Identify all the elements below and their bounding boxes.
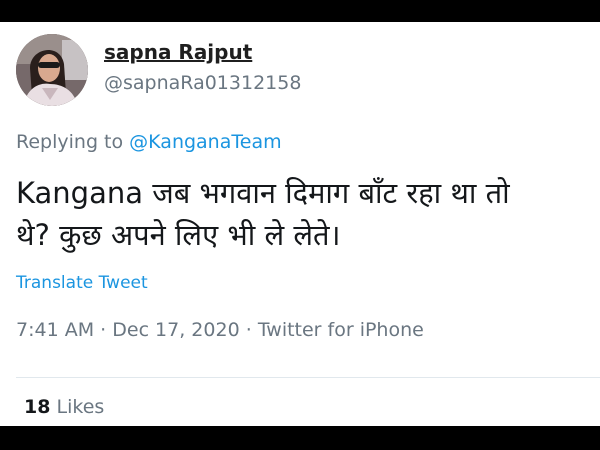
display-name[interactable]: sapna Rajput xyxy=(104,40,252,64)
likes-stat[interactable]: 18 Likes xyxy=(24,396,104,418)
translate-tweet-link[interactable]: Translate Tweet xyxy=(16,273,148,293)
replying-to-label: Replying to xyxy=(16,131,124,153)
tweet-metadata: 7:41 AM · Dec 17, 2020 · Twitter for iPh… xyxy=(16,319,424,341)
meta-separator: · xyxy=(245,319,252,341)
reply-mention-link[interactable]: @KanganaTeam xyxy=(129,131,281,153)
divider xyxy=(16,377,600,378)
avatar[interactable] xyxy=(16,34,88,106)
tweet-source[interactable]: Twitter for iPhone xyxy=(258,319,424,341)
user-handle[interactable]: @sapnaRa01312158 xyxy=(104,72,301,94)
tweet-card: sapna Rajput @sapnaRa01312158 Replying t… xyxy=(0,22,600,426)
tweet-text: Kangana जब भगवान दिमाग बाँट रहा था तो थे… xyxy=(16,172,600,256)
tweet-time[interactable]: 7:41 AM xyxy=(16,319,94,341)
likes-count: 18 xyxy=(24,396,51,418)
meta-separator: · xyxy=(100,319,107,341)
avatar-photo-icon xyxy=(16,34,88,106)
tweet-text-line-1: Kangana जब भगवान दिमाग बाँट रहा था तो xyxy=(16,176,510,210)
likes-label: Likes xyxy=(56,396,105,418)
replying-to-line: Replying to @KanganaTeam xyxy=(16,131,282,153)
tweet-text-line-2: थे? कुछ अपने लिए भी ले लेते। xyxy=(16,218,341,252)
tweet-date[interactable]: Dec 17, 2020 xyxy=(112,319,239,341)
